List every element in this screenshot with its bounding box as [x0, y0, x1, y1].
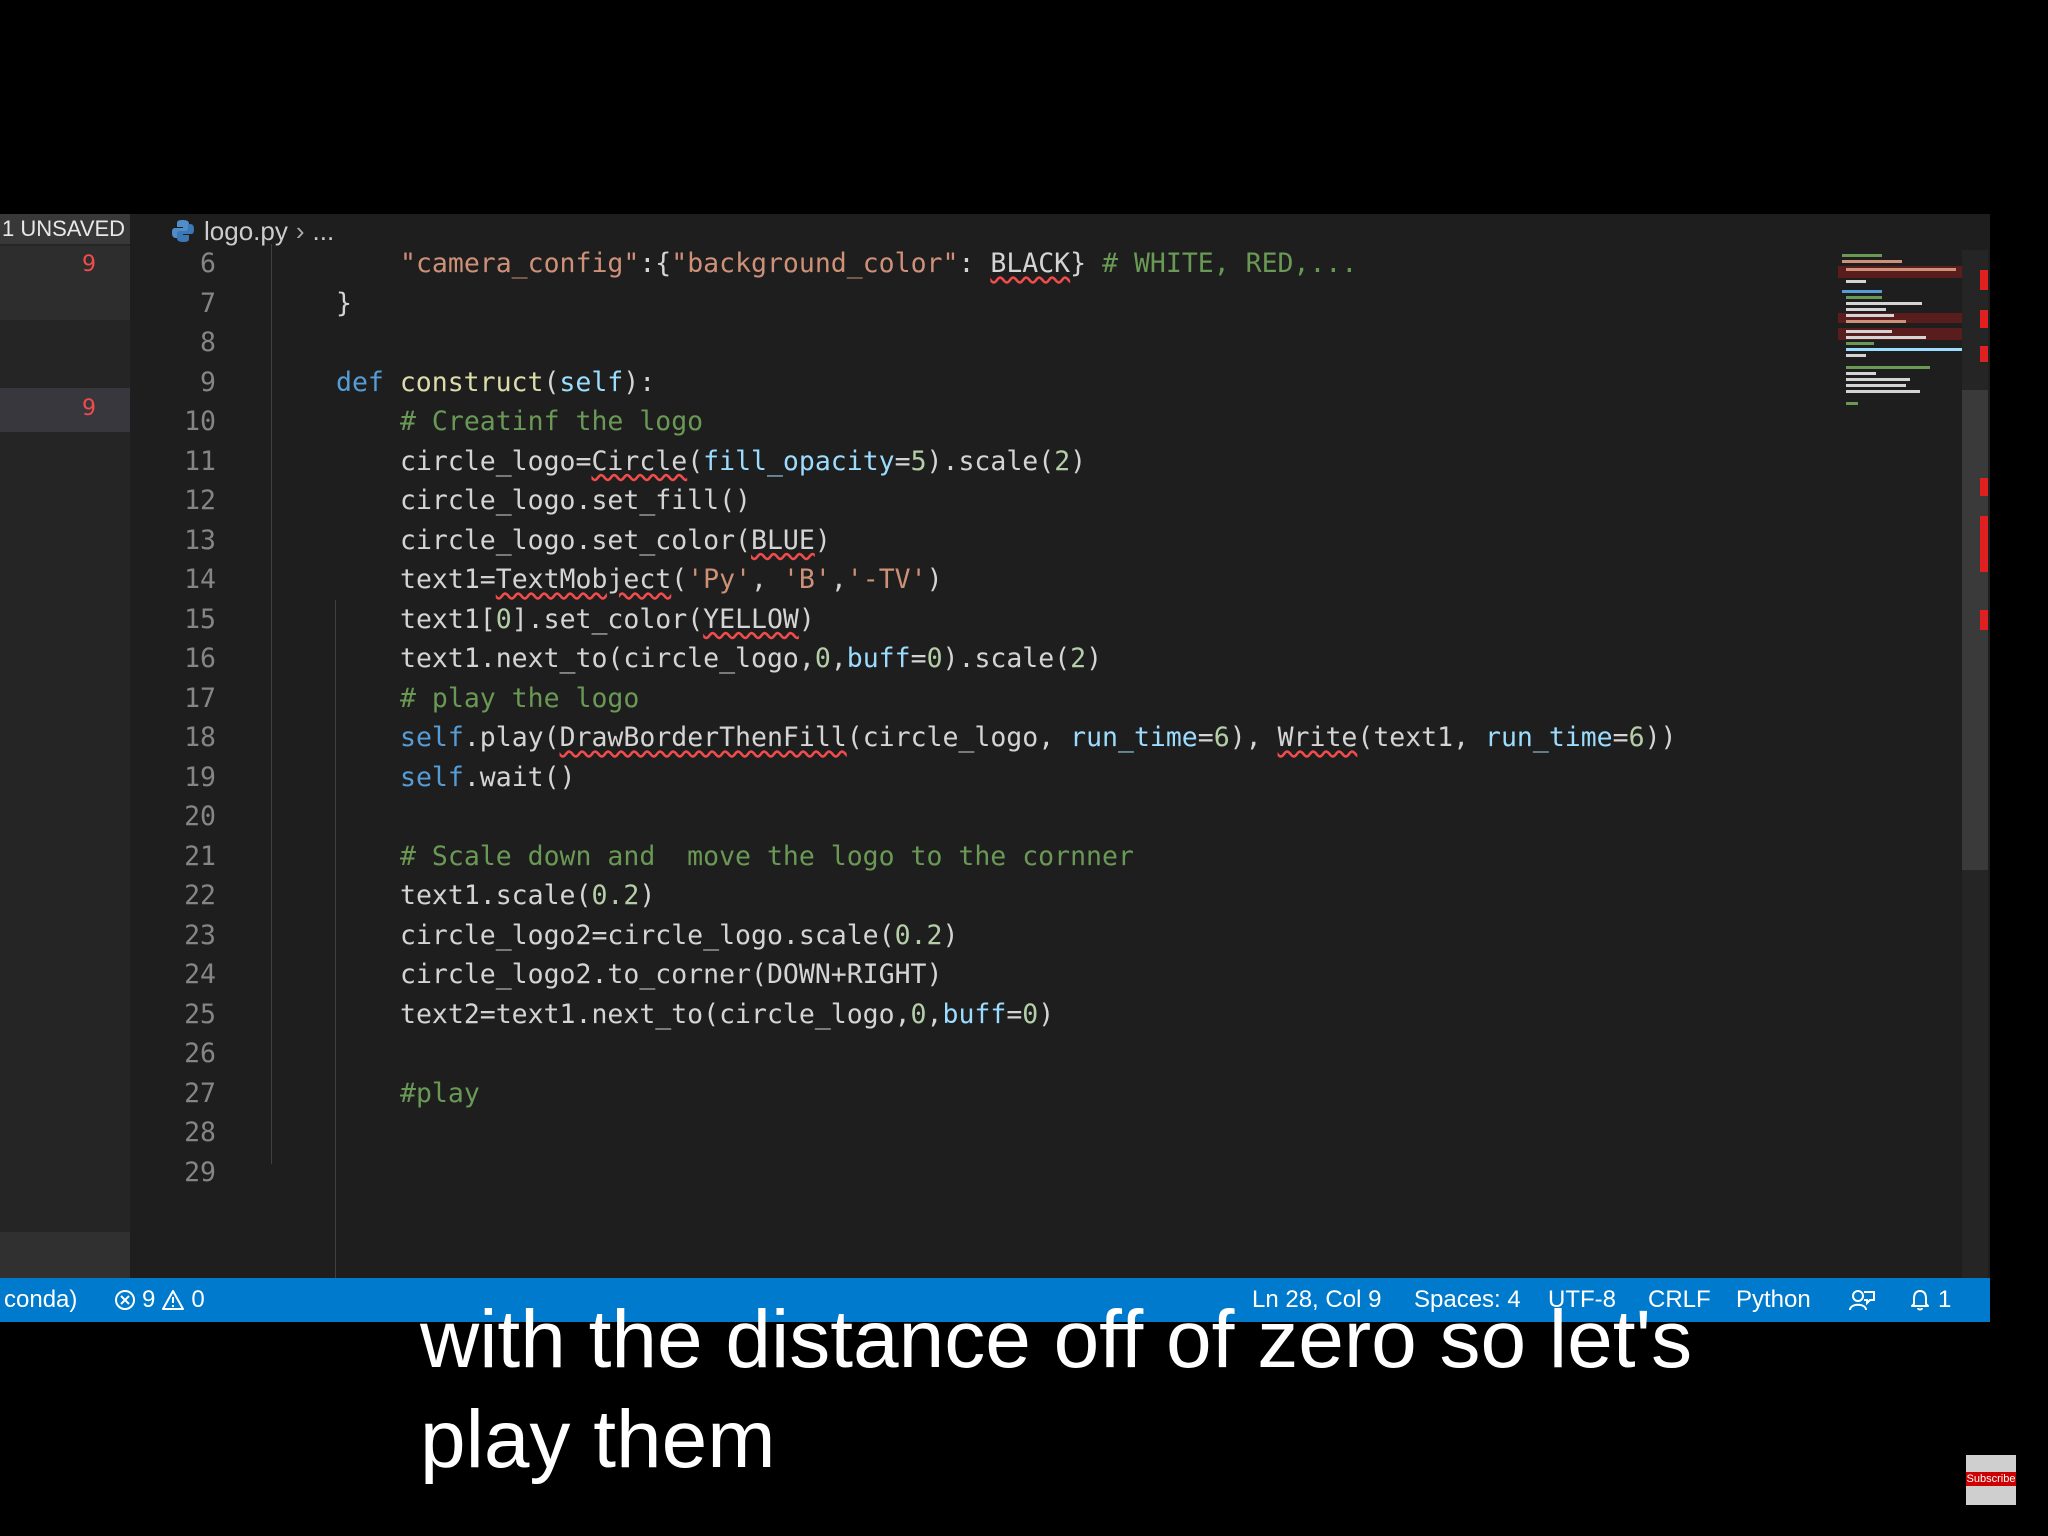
line-code[interactable]: text1.next_to(circle_logo,0,buff=0).scal… [400, 639, 1102, 678]
line-number: 21 [184, 840, 216, 872]
line-code[interactable]: "camera_config":{"background_color": BLA… [400, 244, 1357, 283]
caption-line: with the distance off of zero so let's [420, 1294, 1693, 1385]
error-icon [115, 1290, 135, 1310]
line-number: 27 [184, 1077, 216, 1109]
problems-indicator[interactable]: 9 0 [114, 1278, 205, 1322]
line-code[interactable]: text2=text1.next_to(circle_logo,0,buff=0… [400, 995, 1054, 1034]
warning-icon [162, 1290, 185, 1310]
code-editor[interactable]: 6 "camera_config":{"background_color": B… [0, 244, 1830, 1244]
error-marker [1980, 610, 1988, 630]
line-code[interactable]: text1=TextMobject('Py', 'B','-TV') [400, 560, 943, 599]
line-number: 6 [200, 248, 216, 279]
subscribe-button[interactable]: Subscribe [1966, 1455, 2016, 1505]
subscribe-label: Subscribe [1966, 1472, 2016, 1486]
python-file-icon [172, 220, 194, 242]
error-marker [1980, 270, 1988, 290]
code-line[interactable]: 15 text1[0].set_color(YELLOW) [0, 600, 1830, 640]
error-marker [1980, 346, 1988, 362]
code-line[interactable]: 26 [0, 1034, 1830, 1074]
notification-count: 1 [1938, 1286, 1952, 1313]
line-number: 16 [184, 643, 216, 674]
code-line[interactable]: 11 circle_logo=Circle(fill_opacity=5).sc… [0, 442, 1830, 482]
scrollbar-thumb[interactable] [1962, 390, 1988, 870]
line-code[interactable]: circle_logo.set_color(BLUE) [400, 521, 831, 560]
line-number: 17 [184, 682, 216, 714]
chevron-right-icon: › [295, 215, 305, 246]
code-line[interactable]: 22 text1.scale(0.2) [0, 876, 1830, 916]
unsaved-files-label[interactable]: 1 UNSAVED [0, 214, 130, 244]
line-code[interactable]: circle_logo=Circle(fill_opacity=5).scale… [400, 442, 1086, 481]
python-interpreter[interactable]: conda) [4, 1278, 77, 1322]
line-number: 7 [200, 287, 216, 319]
code-line[interactable]: 28 [0, 1113, 1830, 1153]
line-number: 14 [184, 564, 216, 595]
code-line[interactable]: 16 text1.next_to(circle_logo,0,buff=0).s… [0, 639, 1830, 679]
line-number: 24 [184, 959, 216, 990]
line-number: 28 [184, 1117, 216, 1148]
line-number: 9 [200, 366, 216, 398]
breadcrumb: logo.py › ... [170, 214, 334, 248]
error-marker [1980, 310, 1988, 328]
line-code[interactable]: text1[0].set_color(YELLOW) [400, 600, 815, 639]
caption-line: play them [420, 1394, 776, 1485]
editor-window: 1 UNSAVED 9 9 logo.py › ... 6 "camera_co… [0, 214, 1990, 1322]
line-number: 8 [200, 327, 216, 358]
line-code[interactable]: def construct(self): [336, 363, 655, 402]
code-line[interactable]: 14 text1=TextMobject('Py', 'B','-TV') [0, 560, 1830, 600]
line-number: 18 [184, 722, 216, 753]
line-number: 25 [184, 998, 216, 1030]
line-number: 20 [184, 801, 216, 832]
code-line[interactable]: 23 circle_logo2=circle_logo.scale(0.2) [0, 916, 1830, 956]
code-line[interactable]: 9 def construct(self): [0, 363, 1830, 403]
code-line[interactable]: 21 # Scale down and move the logo to the… [0, 837, 1830, 877]
line-number: 12 [184, 485, 216, 516]
error-marker [1980, 478, 1988, 496]
line-code[interactable]: self.play(DrawBorderThenFill(circle_logo… [400, 718, 1677, 757]
vertical-scrollbar[interactable] [1962, 250, 1988, 1280]
code-line[interactable]: 19 self.wait() [0, 758, 1830, 798]
error-count: 9 [142, 1286, 156, 1313]
line-number: 13 [184, 524, 216, 556]
code-line[interactable]: 24 circle_logo2.to_corner(DOWN+RIGHT) [0, 955, 1830, 995]
line-number: 11 [184, 445, 216, 477]
code-line[interactable]: 10 # Creatinf the logo [0, 402, 1830, 442]
line-code[interactable]: # Creatinf the logo [400, 402, 703, 441]
line-number: 23 [184, 919, 216, 951]
line-code[interactable]: # Scale down and move the logo to the co… [400, 837, 1134, 876]
line-code[interactable]: #play [400, 1074, 480, 1113]
line-code[interactable]: text1.scale(0.2) [400, 876, 655, 915]
line-code[interactable]: self.wait() [400, 758, 576, 797]
video-caption: with the distance off of zero so let's p… [420, 1290, 1860, 1490]
line-number: 10 [184, 406, 216, 437]
code-line[interactable]: 12 circle_logo.set_fill() [0, 481, 1830, 521]
bell-icon [1911, 1290, 1929, 1311]
code-line[interactable]: 20 [0, 797, 1830, 837]
code-line[interactable]: 27 #play [0, 1074, 1830, 1114]
code-line[interactable]: 29 [0, 1153, 1830, 1193]
line-number: 29 [184, 1156, 216, 1188]
code-line[interactable]: 7 } [0, 284, 1830, 324]
line-code[interactable]: circle_logo2.to_corner(DOWN+RIGHT) [400, 955, 942, 994]
minimap[interactable] [1838, 250, 1964, 610]
line-code[interactable]: circle_logo2=circle_logo.scale(0.2) [400, 916, 958, 955]
code-line[interactable]: 6 "camera_config":{"background_color": B… [0, 244, 1830, 284]
code-line[interactable]: 18 self.play(DrawBorderThenFill(circle_l… [0, 718, 1830, 758]
line-number: 22 [184, 880, 216, 911]
breadcrumb-symbol[interactable]: ... [313, 216, 335, 247]
warning-count: 0 [191, 1286, 205, 1313]
line-code[interactable]: } [336, 284, 352, 323]
code-line[interactable]: 17 # play the logo [0, 679, 1830, 719]
notifications-button[interactable]: 1 [1908, 1278, 1951, 1322]
error-marker [1980, 516, 1988, 572]
code-line[interactable]: 8 [0, 323, 1830, 363]
line-number: 26 [184, 1038, 216, 1069]
code-line[interactable]: 25 text2=text1.next_to(circle_logo,0,buf… [0, 995, 1830, 1035]
breadcrumb-file[interactable]: logo.py [204, 216, 288, 247]
line-code[interactable]: circle_logo.set_fill() [400, 481, 751, 520]
line-number: 15 [184, 603, 216, 635]
code-line[interactable]: 13 circle_logo.set_color(BLUE) [0, 521, 1830, 561]
line-code[interactable]: # play the logo [400, 679, 639, 718]
line-number: 19 [184, 761, 216, 793]
